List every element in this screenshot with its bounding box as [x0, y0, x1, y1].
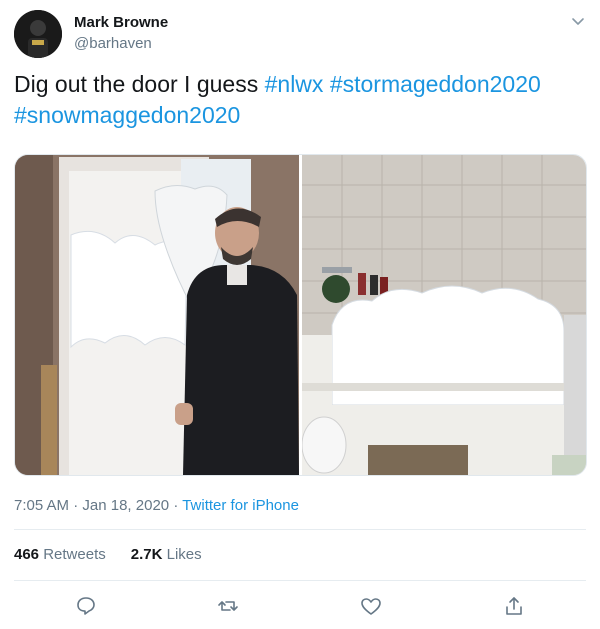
likes-label: Likes	[166, 546, 202, 563]
retweets-label: Retweets	[43, 546, 106, 563]
tweet-time[interactable]: 7:05 AM	[14, 497, 69, 514]
meta-separator: ·	[73, 497, 79, 514]
likes-stat[interactable]: 2.7K Likes	[131, 546, 202, 563]
hashtag-stormageddon2020[interactable]: #stormageddon2020	[330, 71, 541, 97]
tweet-source-link[interactable]: Twitter for iPhone	[182, 497, 299, 514]
user-name[interactable]: Mark Browne	[74, 14, 168, 31]
retweet-icon[interactable]	[216, 594, 240, 618]
tweet-actions	[14, 594, 586, 620]
like-icon[interactable]	[359, 594, 383, 618]
retweets-count: 466	[14, 546, 40, 563]
divider	[14, 580, 586, 581]
snow-bathtub-photo[interactable]	[302, 155, 586, 475]
meta-separator: ·	[173, 497, 179, 514]
tweet-meta: 7:05 AM · Jan 18, 2020 · Twitter for iPh…	[14, 497, 299, 514]
snow-door-photo[interactable]	[15, 155, 299, 475]
tweet-text: Dig out the door I guess #nlwx #stormage…	[14, 69, 574, 131]
user-handle[interactable]: @barhaven	[74, 35, 152, 52]
tweet-media	[14, 154, 587, 476]
likes-count: 2.7K	[130, 546, 163, 563]
share-icon[interactable]	[502, 594, 526, 618]
tweet-text-plain: Dig out the door I guess	[14, 71, 265, 97]
tweet-stats: 466 Retweets 2.7K Likes	[14, 546, 202, 563]
hashtag-snowmaggedon2020[interactable]: #snowmaggedon2020	[14, 102, 240, 128]
reply-icon[interactable]	[74, 594, 98, 618]
divider	[14, 529, 586, 530]
tweet-date[interactable]: Jan 18, 2020	[82, 497, 169, 514]
hashtag-nlwx[interactable]: #nlwx	[265, 71, 324, 97]
retweets-stat[interactable]: 466 Retweets	[14, 546, 106, 563]
avatar[interactable]	[14, 10, 62, 58]
chevron-down-icon[interactable]	[568, 14, 588, 30]
